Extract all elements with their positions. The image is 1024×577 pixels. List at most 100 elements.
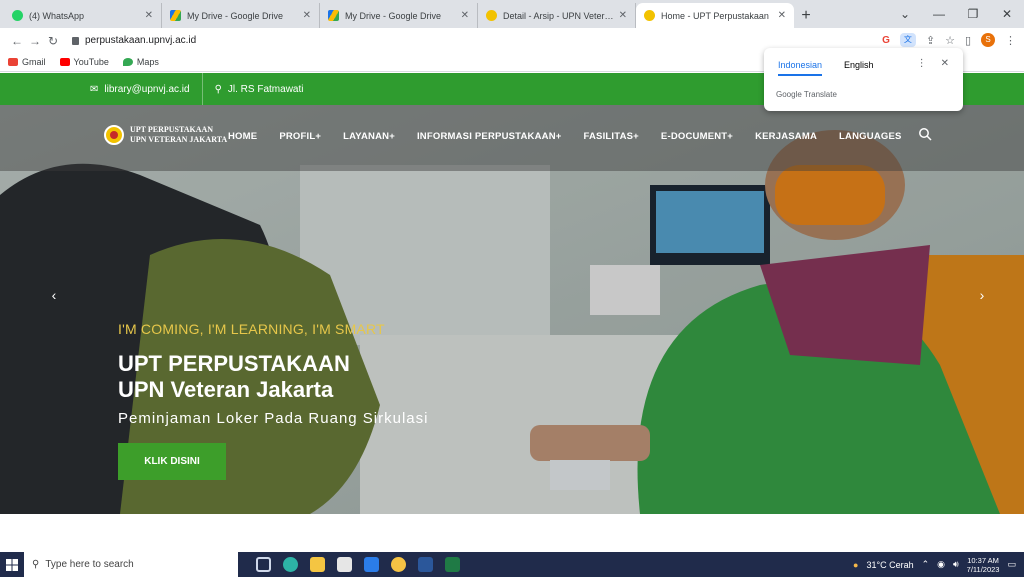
translate-language-tabs: Indonesian English (778, 60, 874, 76)
taskbar-clock[interactable]: 10:37 AM 7/11/2023 (967, 556, 1000, 574)
contact-email[interactable]: ✉ library@upnvj.ac.id (90, 84, 190, 95)
tray-overflow-icon[interactable]: ⌃ (922, 559, 930, 570)
close-tab-icon[interactable]: ✕ (303, 10, 311, 21)
google-drive-icon (170, 10, 181, 21)
bookmark-gmail[interactable]: Gmail (8, 57, 46, 67)
browser-tab[interactable]: (4) WhatsApp ✕ (4, 3, 162, 28)
reload-icon[interactable]: ↻ (44, 34, 62, 48)
site-logo[interactable]: UPT PERPUSTAKAAN UPN VETERAN JAKARTA (104, 125, 227, 145)
klik-disini-button[interactable]: KLIK DISINI (118, 443, 226, 480)
back-icon[interactable]: ← (8, 34, 26, 48)
share-icon[interactable]: ⇪ (926, 34, 935, 47)
google-icon[interactable]: G (882, 35, 890, 46)
lock-icon[interactable] (72, 36, 79, 45)
bookmark-star-icon[interactable]: ☆ (945, 34, 955, 47)
notification-icon[interactable]: ▭ (1007, 559, 1016, 570)
whatsapp-icon (12, 10, 23, 21)
menu-languages[interactable]: LANGUAGES (839, 131, 902, 142)
envelope-icon: ✉ (90, 83, 99, 95)
menu-fasilitas[interactable]: FASILITAS+ (584, 131, 639, 142)
forward-icon[interactable]: → (26, 34, 44, 48)
close-window-icon[interactable]: ✕ (990, 7, 1024, 21)
windows-logo-icon (6, 558, 18, 571)
slider-next-icon[interactable]: › (972, 287, 992, 307)
browser-menu-icon[interactable]: ⋮ (1005, 34, 1016, 47)
gmail-icon (8, 58, 18, 66)
bookmark-youtube[interactable]: YouTube (59, 57, 109, 67)
menu-layanan[interactable]: LAYANAN+ (343, 131, 395, 142)
slide-title-line2: UPN Veteran Jakarta (118, 377, 334, 402)
slide-subtitle: Peminjaman Loker Pada Ruang Sirkulasi (118, 410, 429, 427)
chrome-icon[interactable] (391, 557, 406, 572)
menu-profil[interactable]: PROFIL+ (279, 131, 321, 142)
menu-kerjasama[interactable]: KERJASAMA (755, 131, 817, 142)
hero-slider: UPT PERPUSTAKAAN UPN VETERAN JAKARTA HOM… (0, 105, 1024, 514)
task-view-icon[interactable] (256, 557, 271, 572)
address-text: Jl. RS Fatmawati (227, 83, 304, 95)
url-field[interactable]: perpustakaan.upnvj.ac.id (72, 35, 196, 46)
tab-title: Home - UPT Perpustakaan (661, 10, 769, 21)
windows-start-button[interactable] (0, 552, 24, 577)
main-navbar: UPT PERPUSTAKAAN UPN VETERAN JAKARTA HOM… (0, 105, 1024, 171)
language-tab-indonesian[interactable]: Indonesian (778, 60, 823, 76)
word-icon[interactable] (418, 557, 433, 572)
google-translate-popup: Indonesian English ⋮ ✕ Google Translate (764, 48, 963, 111)
bookmark-maps[interactable]: Maps (122, 57, 159, 67)
volume-icon[interactable]: 🔊︎ (953, 559, 959, 570)
language-tab-english[interactable]: English (844, 60, 874, 76)
upnvj-logo-icon (644, 10, 655, 21)
edge-icon[interactable] (283, 557, 298, 572)
date-text: 7/11/2023 (966, 564, 1000, 574)
bookmark-label: Gmail (22, 57, 46, 67)
menu-informasi-perpustakaan[interactable]: INFORMASI PERPUSTAKAAN+ (417, 131, 562, 142)
minimize-icon[interactable]: — (922, 7, 956, 21)
browser-tab-active[interactable]: Home - UPT Perpustakaan ✕ (636, 3, 794, 28)
browser-tab[interactable]: Detail - Arsip - UPN Veteran Jakar ✕ (478, 3, 636, 28)
profile-avatar[interactable]: S (981, 33, 995, 47)
menu-home[interactable]: HOME (228, 131, 257, 142)
google-drive-icon (328, 10, 339, 21)
logo-text: UPT PERPUSTAKAAN UPN VETERAN JAKARTA (130, 125, 227, 145)
logo-line1: UPT PERPUSTAKAAN (130, 125, 214, 134)
slide-title: UPT PERPUSTAKAAN UPN Veteran Jakarta (118, 351, 350, 403)
bookmark-label: Maps (136, 57, 159, 67)
network-icon[interactable]: ◉ (937, 559, 945, 570)
browser-tab[interactable]: My Drive - Google Drive ✕ (320, 3, 478, 28)
slider-prev-icon[interactable]: ‹ (44, 287, 64, 307)
windows-taskbar: ⚲ Type here to search ● 31°C Cerah ⌃ ◉ 🔊… (0, 552, 1024, 577)
mail-icon[interactable] (364, 557, 379, 572)
close-icon[interactable]: ✕ (941, 58, 949, 69)
browser-tab[interactable]: My Drive - Google Drive ✕ (162, 3, 320, 28)
slide-title-line1: UPT PERPUSTAKAAN (118, 351, 350, 376)
tab-title: My Drive - Google Drive (187, 10, 284, 21)
store-icon[interactable] (337, 557, 352, 572)
taskbar-search[interactable]: ⚲ Type here to search (24, 552, 238, 577)
email-text: library@upnvj.ac.id (104, 83, 190, 95)
maps-icon (122, 58, 133, 66)
translate-popup-actions: ⋮ ✕ (917, 58, 949, 69)
translate-icon[interactable]: 文 (899, 33, 916, 47)
tab-search-icon[interactable]: ⌄ (888, 7, 922, 21)
new-tab-button[interactable]: + (794, 3, 818, 28)
close-tab-icon[interactable]: ✕ (778, 10, 786, 21)
weather-icon: ● (853, 559, 859, 570)
translate-options-icon[interactable]: ⋮ (917, 58, 927, 69)
side-panel-icon[interactable]: ▯ (965, 34, 971, 47)
weather-text[interactable]: 31°C Cerah (866, 560, 913, 570)
address-bar-actions: G 文 ⇪ ☆ ▯ S ⋮ (882, 33, 1016, 47)
close-tab-icon[interactable]: ✕ (461, 10, 469, 21)
upnvj-logo-icon (486, 10, 497, 21)
file-explorer-icon[interactable] (310, 557, 325, 572)
translate-footer: Google Translate (776, 90, 837, 99)
search-icon[interactable] (918, 127, 932, 141)
tab-title: (4) WhatsApp (29, 10, 85, 21)
close-tab-icon[interactable]: ✕ (619, 10, 627, 21)
logo-line2: UPN VETERAN JAKARTA (130, 135, 228, 144)
menu-e-document[interactable]: E-DOCUMENT+ (661, 131, 733, 142)
tab-title: My Drive - Google Drive (345, 10, 442, 21)
maximize-icon[interactable]: ❐ (956, 7, 990, 21)
excel-icon[interactable] (445, 557, 460, 572)
slide-tagline: I'M COMING, I'M LEARNING, I'M SMART (118, 321, 385, 337)
taskbar-apps (256, 557, 460, 572)
close-tab-icon[interactable]: ✕ (145, 10, 153, 21)
